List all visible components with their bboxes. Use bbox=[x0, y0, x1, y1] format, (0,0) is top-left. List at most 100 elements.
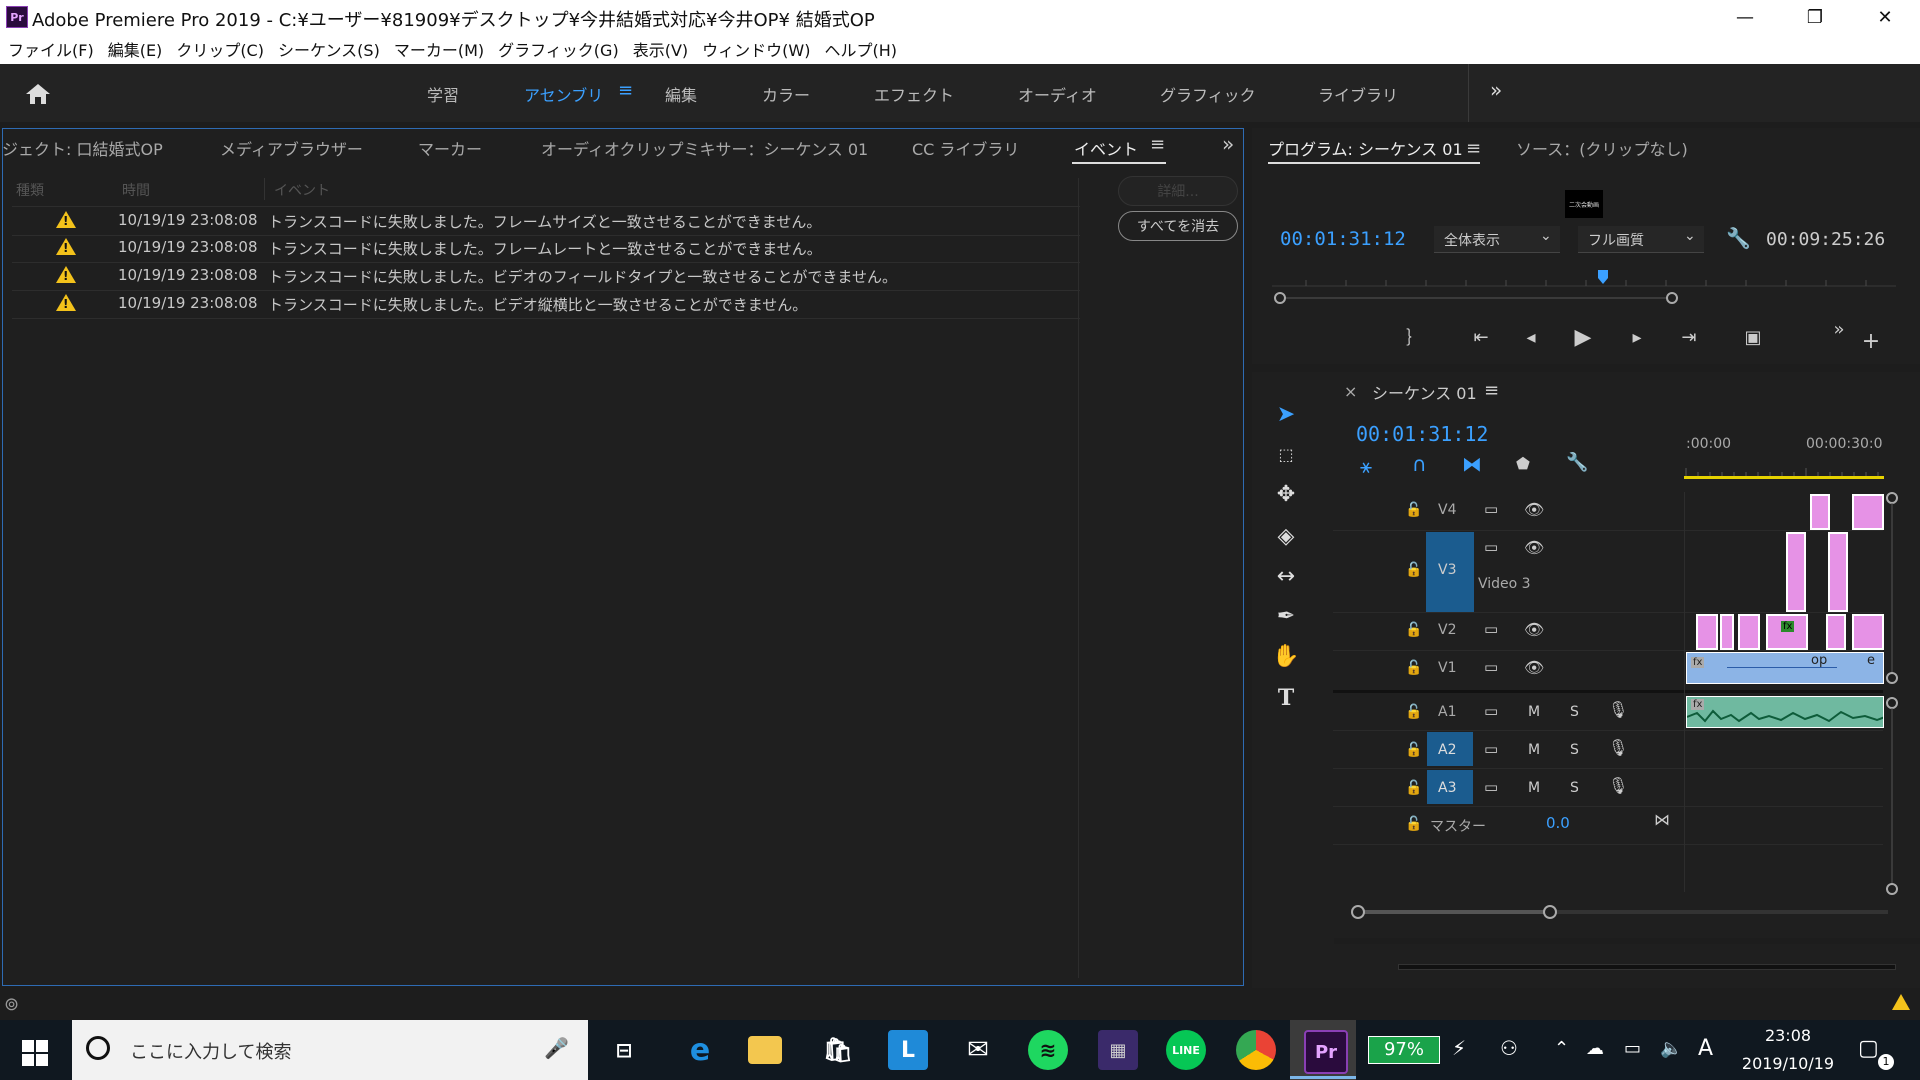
task-view-icon[interactable]: ⊟ bbox=[604, 1030, 644, 1070]
clip-v2[interactable] bbox=[1852, 614, 1884, 650]
timeline-settings-icon[interactable]: 🔧 bbox=[1566, 452, 1588, 473]
clip-v4[interactable] bbox=[1810, 494, 1830, 530]
play-icon[interactable]: ▶ bbox=[1568, 322, 1598, 352]
close-icon[interactable]: ✕ bbox=[1850, 0, 1920, 34]
lock-icon[interactable]: 🔓 bbox=[1405, 660, 1422, 676]
clip-v1-op[interactable]: fx op e bbox=[1686, 652, 1884, 684]
microphone-icon[interactable]: 🎙 bbox=[1608, 776, 1628, 795]
track-name-a2[interactable]: A2 bbox=[1438, 742, 1456, 758]
ime-indicator[interactable]: A bbox=[1698, 1036, 1713, 1061]
timeline-ruler[interactable] bbox=[1684, 462, 1884, 480]
clip-a1[interactable]: fx bbox=[1686, 696, 1884, 728]
chevron-up-icon[interactable]: ⌃ bbox=[1554, 1038, 1569, 1059]
workspace-overflow-icon[interactable]: » bbox=[1490, 78, 1502, 102]
search-box[interactable]: ここに入力して検索 🎤 bbox=[72, 1020, 588, 1080]
battery-icon[interactable]: ▭ bbox=[1624, 1038, 1641, 1059]
master-channel-icon[interactable]: ⋈ bbox=[1654, 810, 1670, 829]
workspace-audio[interactable]: オーディオ bbox=[1018, 82, 1097, 106]
linked-selection-icon[interactable]: ⧓ bbox=[1462, 452, 1482, 476]
menu-file[interactable]: ファイル(F) bbox=[8, 37, 94, 61]
workspace-editing[interactable]: 編集 bbox=[665, 82, 697, 106]
tab-events[interactable]: イベント bbox=[1074, 136, 1138, 160]
clock-time[interactable]: 23:08 bbox=[1742, 1026, 1834, 1045]
notification-icon[interactable]: ▢ bbox=[1858, 1036, 1879, 1061]
workspace-color[interactable]: カラー bbox=[762, 82, 810, 106]
line-icon[interactable]: LINE bbox=[1166, 1030, 1206, 1070]
pen-tool-icon[interactable]: ✒ bbox=[1270, 600, 1302, 632]
nest-icon[interactable]: ⚹ bbox=[1360, 454, 1372, 478]
sync-lock-icon[interactable]: ▭ bbox=[1484, 500, 1498, 518]
eye-icon[interactable]: 👁 bbox=[1524, 620, 1544, 639]
tab-cc-libraries[interactable]: CC ライブラリ bbox=[912, 136, 1019, 160]
mute-button[interactable]: M bbox=[1528, 704, 1540, 720]
sync-lock-icon[interactable]: ▭ bbox=[1484, 658, 1498, 676]
menu-clip[interactable]: クリップ(C) bbox=[176, 37, 264, 61]
clip-v3[interactable] bbox=[1786, 532, 1806, 612]
microphone-icon[interactable]: 🎤 bbox=[544, 1036, 569, 1060]
onedrive-icon[interactable]: ☁ bbox=[1586, 1038, 1604, 1059]
microphone-icon[interactable]: 🎙 bbox=[1608, 700, 1628, 719]
list-item[interactable]: 10/19/19 23:08:08 トランスコードに失敗しました。フレームサイズ… bbox=[12, 206, 1080, 236]
volume-icon[interactable]: 🔈 bbox=[1660, 1038, 1682, 1059]
power-plug-icon[interactable]: ⚡ bbox=[1452, 1036, 1466, 1060]
ripple-edit-tool-icon[interactable]: ✥ bbox=[1270, 478, 1302, 510]
menu-graphics[interactable]: グラフィック(G) bbox=[498, 37, 619, 61]
quality-dropdown[interactable]: フル画質 ⌄ bbox=[1578, 226, 1704, 253]
menu-marker[interactable]: マーカー(M) bbox=[394, 37, 484, 61]
edge-icon[interactable]: e bbox=[680, 1030, 720, 1070]
type-tool-icon[interactable]: T bbox=[1270, 682, 1302, 714]
clip-v2[interactable] bbox=[1696, 614, 1718, 650]
lock-icon[interactable]: 🔓 bbox=[1405, 502, 1422, 518]
overflow-icon[interactable]: » bbox=[1824, 314, 1854, 344]
sync-lock-icon[interactable]: ▭ bbox=[1484, 778, 1498, 796]
tab-markers[interactable]: マーカー bbox=[418, 136, 482, 160]
tab-sequence[interactable]: シーケンス 01 bbox=[1372, 380, 1477, 404]
tab-audio-clip-mixer[interactable]: オーディオクリップミキサー：シーケンス 01 bbox=[541, 136, 868, 160]
slip-tool-icon[interactable]: ↔ bbox=[1270, 560, 1302, 592]
menu-view[interactable]: 表示(V) bbox=[633, 37, 688, 61]
workspace-menu-icon[interactable]: ≡ bbox=[618, 80, 633, 101]
panel-menu-icon[interactable]: ≡ bbox=[1466, 138, 1481, 159]
track-name-v1[interactable]: V1 bbox=[1438, 660, 1456, 676]
windows-start-icon[interactable] bbox=[22, 1040, 48, 1066]
go-to-out-icon[interactable]: ⇥ bbox=[1674, 322, 1704, 352]
add-button-icon[interactable]: + bbox=[1856, 326, 1886, 356]
solo-button[interactable]: S bbox=[1570, 780, 1579, 796]
eye-icon[interactable]: 👁 bbox=[1524, 658, 1544, 677]
clip-v3[interactable] bbox=[1828, 532, 1848, 612]
hand-tool-icon[interactable]: ✋ bbox=[1270, 640, 1302, 672]
mute-button[interactable]: M bbox=[1528, 742, 1540, 758]
lock-icon[interactable]: 🔓 bbox=[1405, 562, 1422, 578]
clear-all-button[interactable]: すべてを消去 bbox=[1118, 211, 1238, 241]
lock-icon[interactable]: 🔓 bbox=[1405, 622, 1422, 638]
column-event[interactable]: イベント bbox=[274, 180, 330, 200]
timeline-vertical-scrollbar[interactable] bbox=[1884, 488, 1900, 898]
tab-project[interactable]: ジェクト: 口結婚式OP bbox=[2, 136, 163, 160]
restore-icon[interactable]: ❐ bbox=[1780, 0, 1850, 34]
details-button[interactable]: 詳細... bbox=[1118, 176, 1238, 206]
microphone-icon[interactable]: 🎙 bbox=[1608, 738, 1628, 757]
home-icon[interactable] bbox=[24, 82, 52, 106]
track-name-a3[interactable]: A3 bbox=[1438, 780, 1456, 796]
go-to-in-icon[interactable]: ⇤ bbox=[1466, 322, 1496, 352]
solo-button[interactable]: S bbox=[1570, 704, 1579, 720]
track-name-a1[interactable]: A1 bbox=[1438, 704, 1456, 720]
step-forward-icon[interactable]: ▸ bbox=[1622, 322, 1652, 352]
workspace-learn[interactable]: 学習 bbox=[427, 82, 459, 106]
chrome-icon[interactable] bbox=[1236, 1030, 1276, 1070]
timeline-zoom-scrollbar[interactable] bbox=[1348, 900, 1888, 924]
clip-v4[interactable] bbox=[1852, 494, 1884, 530]
workspace-graphics[interactable]: グラフィック bbox=[1160, 82, 1256, 106]
selection-tool-icon[interactable]: ➤ bbox=[1270, 398, 1302, 430]
menu-help[interactable]: ヘルプ(H) bbox=[824, 37, 897, 61]
export-frame-icon[interactable]: ▣ bbox=[1738, 322, 1768, 352]
solo-button[interactable]: S bbox=[1570, 742, 1579, 758]
column-type[interactable]: 種類 bbox=[16, 180, 44, 200]
people-icon[interactable]: ⚇ bbox=[1500, 1036, 1518, 1060]
clip-v2[interactable]: fx bbox=[1766, 614, 1808, 650]
panel-menu-icon[interactable]: ≡ bbox=[1150, 134, 1165, 155]
clock-date[interactable]: 2019/10/19 bbox=[1734, 1054, 1842, 1073]
creative-cloud-icon[interactable]: ⊚ bbox=[4, 994, 19, 1015]
master-volume-value[interactable]: 0.0 bbox=[1546, 814, 1570, 832]
panel-menu-icon[interactable]: ≡ bbox=[1484, 380, 1499, 401]
